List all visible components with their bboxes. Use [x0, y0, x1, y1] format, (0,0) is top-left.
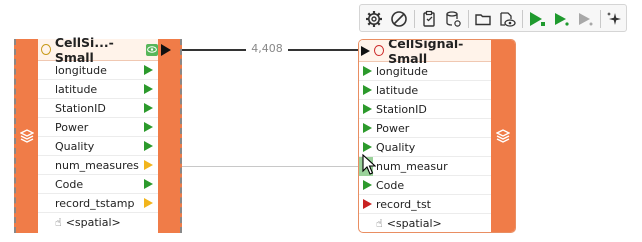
attribute-label: latitude [376, 83, 419, 97]
run-partial-button[interactable] [574, 8, 596, 30]
input-port-arrow-icon[interactable] [363, 123, 372, 133]
run-to-this-button[interactable] [526, 8, 548, 30]
transformer-node-source[interactable]: CellSi...-Small longitude latitude Station… [14, 35, 182, 233]
node-right-edge[interactable] [491, 40, 515, 232]
disable-button[interactable] [388, 8, 410, 30]
spatial-row[interactable]: ☝ <spatial> [38, 213, 158, 232]
error-circle-icon[interactable] [374, 45, 385, 56]
cache-button[interactable] [418, 8, 440, 30]
run-from-this-button[interactable] [550, 8, 572, 30]
attribute-label: longitude [376, 64, 428, 78]
play-gray-icon [579, 13, 593, 26]
attribute-row[interactable]: record_tst [359, 195, 491, 214]
output-port-arrow-icon[interactable] [144, 65, 153, 75]
transformer-node-target[interactable]: CellSignal-Small longitude latitude Statio… [358, 39, 516, 233]
attribute-label: num_measures [55, 158, 139, 172]
attribute-label: longitude [55, 63, 107, 77]
attribute-row[interactable]: record_tstamp [38, 194, 158, 213]
toolbar-separator [600, 10, 601, 28]
toolbar-separator [468, 10, 469, 28]
auto-layout-button[interactable] [603, 8, 625, 30]
attribute-row[interactable]: num_measur [359, 157, 491, 176]
pointing-hand-icon: ☝ [376, 217, 383, 230]
node-header[interactable]: CellSignal-Small [359, 40, 491, 66]
attribute-label: record_tstamp [55, 196, 135, 210]
attribute-label: Power [376, 121, 410, 135]
attribute-label: Power [55, 120, 89, 134]
attribute-row[interactable]: Quality [359, 138, 491, 157]
output-port-arrow-icon[interactable] [144, 103, 153, 113]
settings-button[interactable] [363, 8, 385, 30]
input-port-arrow-icon[interactable] [363, 199, 372, 209]
output-port-arrow-icon[interactable] [144, 84, 153, 94]
attribute-label: StationID [376, 102, 427, 116]
attribute-row[interactable]: Code [359, 176, 491, 195]
attribute-label: Quality [376, 140, 416, 154]
attribute-row[interactable]: Power [38, 118, 158, 137]
output-port-arrow-icon[interactable] [161, 44, 171, 56]
attribute-label: Quality [55, 139, 95, 153]
cache-settings-button[interactable] [442, 8, 464, 30]
mouse-cursor-icon [362, 154, 376, 175]
attribute-row[interactable]: Quality [38, 137, 158, 156]
output-port-arrow-icon[interactable] [144, 141, 153, 151]
database-gear-icon [446, 11, 461, 27]
node-right-edge[interactable] [158, 39, 182, 233]
output-port-arrow-icon[interactable] [144, 179, 153, 189]
input-port-arrow-icon[interactable] [363, 85, 372, 95]
attribute-row[interactable]: longitude [359, 62, 491, 81]
attribute-label: Code [376, 178, 405, 192]
eye-icon [500, 12, 516, 27]
folder-icon [475, 14, 491, 26]
node-left-edge[interactable] [14, 39, 38, 233]
toolbar [359, 4, 627, 32]
output-port-arrow-icon[interactable] [144, 160, 153, 170]
input-port-arrow-icon[interactable] [363, 66, 372, 76]
input-port-arrow-icon[interactable] [363, 104, 372, 114]
node-title: CellSi...-Small [54, 34, 114, 65]
sparkle-icon [607, 12, 621, 25]
attribute-label: Code [55, 177, 84, 191]
play-green-small-icon [555, 13, 569, 26]
connection-line-num-measures[interactable] [181, 166, 363, 167]
inspect-cache-button[interactable] [496, 8, 518, 30]
warning-circle-icon[interactable] [41, 44, 51, 55]
attribute-label: num_measur [376, 159, 448, 173]
clipboard-icon [423, 10, 435, 27]
spatial-label: <spatial> [65, 216, 121, 229]
spatial-label: <spatial> [386, 217, 442, 230]
layers-icon [20, 129, 34, 143]
input-port-arrow-icon[interactable] [363, 180, 372, 190]
attribute-label: record_tst [376, 197, 431, 211]
toolbar-separator [522, 10, 523, 28]
attribute-row[interactable]: num_measures [38, 156, 158, 175]
input-port-arrow-icon[interactable] [363, 142, 372, 152]
output-port-arrow-icon[interactable] [144, 122, 153, 132]
attribute-row[interactable]: StationID [359, 100, 491, 119]
output-port-arrow-icon[interactable] [144, 198, 153, 208]
spatial-row[interactable]: ☝ <spatial> [359, 214, 491, 232]
attribute-label: StationID [55, 101, 106, 115]
attribute-row[interactable]: longitude [38, 61, 158, 80]
gear-icon [366, 11, 382, 27]
layers-icon [496, 129, 510, 143]
feature-count-label[interactable]: 4,408 [246, 42, 288, 56]
attribute-row[interactable]: StationID [38, 99, 158, 118]
attribute-row[interactable]: latitude [38, 80, 158, 99]
input-port-arrow-icon[interactable] [361, 45, 370, 56]
node-header[interactable]: CellSi...-Small [38, 35, 158, 65]
attribute-row[interactable]: latitude [359, 81, 491, 100]
inspect-eye-icon[interactable] [145, 43, 158, 56]
attribute-row[interactable]: Power [359, 119, 491, 138]
open-cache-button[interactable] [472, 8, 494, 30]
attribute-label: latitude [55, 82, 98, 96]
pointing-hand-icon: ☝ [55, 216, 62, 229]
toolbar-separator [414, 10, 415, 28]
no-entry-icon [391, 11, 407, 27]
attribute-row[interactable]: Code [38, 175, 158, 194]
play-green-icon [530, 12, 545, 26]
